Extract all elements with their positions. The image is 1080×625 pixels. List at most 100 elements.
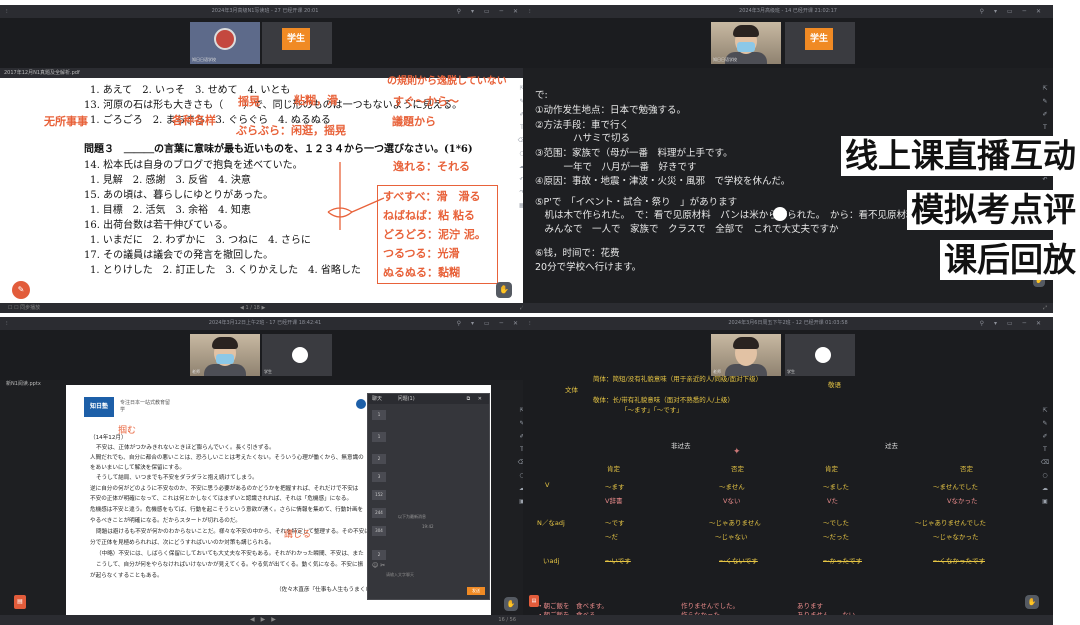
- window-controls[interactable]: ⚲ ▾ ▭ ─ ✕: [457, 5, 522, 18]
- window-titlebar: ⫶ 2024年3月高级班 - 14 已经开课 21:02:17 ⚲ ▾ ▭ ─ …: [523, 5, 1053, 18]
- tab-questions[interactable]: 问题(1): [398, 396, 415, 402]
- board-line: 一年で 八月が一番 好きです: [535, 162, 697, 173]
- chat-item[interactable]: 2: [372, 454, 386, 464]
- sync-checkbox[interactable]: ☐ ☐ 同步播放: [8, 303, 40, 313]
- eraser-icon[interactable]: ⌫: [1041, 459, 1049, 466]
- annotation: 粘糊，滑: [294, 94, 338, 107]
- student-video-tile[interactable]: 学生: [785, 334, 855, 376]
- hand-icon[interactable]: ✋: [1025, 595, 1039, 609]
- board-line: ②方法手段：車で行く: [535, 120, 630, 131]
- annotation: どろどろ：泥泞 泥。: [383, 228, 486, 241]
- board-line: ⑥钱，时间で：花费: [535, 248, 620, 259]
- student-video-tile[interactable]: 学生: [262, 334, 332, 376]
- pen-icon[interactable]: ✎: [1042, 420, 1047, 427]
- teacher-avatar: [711, 334, 781, 376]
- tab-chat[interactable]: 聊天: [372, 396, 382, 402]
- annotation: ねばねば：粘 粘る: [383, 209, 475, 222]
- board-line: 20分で学校へ行けます。: [535, 262, 642, 273]
- chat-item[interactable]: 244: [372, 508, 386, 518]
- window-title: 2024年3月高级N1写读班 - 27 已经开课 20:01: [211, 8, 319, 14]
- board-line: ④原因：事故・地震・津波・火災・風邪 で学校を休んだ。: [535, 176, 791, 187]
- table-cell: ～いです: [605, 557, 631, 565]
- highlighter-icon[interactable]: ✐: [1042, 433, 1047, 440]
- window-title: 2024年3月12日上午2班 - 17 已经开课 18:42:41: [208, 320, 322, 326]
- teacher-video-tile[interactable]: 知日日语学校: [711, 22, 781, 64]
- chat-item[interactable]: 152: [372, 490, 386, 500]
- past-header: 过去: [885, 442, 898, 450]
- bottom-bar: ◀▶▶ 16 / 56: [0, 615, 530, 625]
- fullscreen-icon[interactable]: ⤢: [1043, 303, 1047, 313]
- promo-label-live: 线上课直播互动: [841, 136, 1080, 176]
- table-cell: ～だった: [823, 533, 849, 541]
- chat-item[interactable]: 1: [372, 410, 386, 420]
- teacher-video-tile[interactable]: 老师: [190, 334, 260, 376]
- file-icon[interactable]: ▤: [14, 595, 26, 609]
- window-titlebar: ⫶ 2024年3月6日周五下午2班 - 12 已经开课 01:03:58 ⚲ ▾…: [523, 317, 1053, 330]
- annotation: 議題から: [392, 115, 436, 128]
- send-button[interactable]: 发送: [467, 587, 485, 595]
- student-video-tile[interactable]: 学生: [262, 22, 332, 64]
- close-icon[interactable]: ⧉ ✕: [467, 394, 485, 404]
- promo-label-mock: 模拟考点评: [907, 190, 1080, 230]
- chat-input[interactable]: 请输入文字聊天: [386, 572, 414, 578]
- teacher-caption: 知日日语学校: [192, 57, 216, 62]
- board-line: ⑤P'で 「イベント・試合・祭り 」があります: [535, 197, 738, 208]
- table-cell: ～ました: [823, 483, 849, 491]
- window-controls[interactable]: ⚲ ▾ ▭ ─ ✕: [980, 317, 1045, 330]
- teacher-caption: 老师: [192, 369, 200, 374]
- chat-item[interactable]: 2: [372, 550, 386, 560]
- body-line: そうして結局、いつまでも不安をダラダラと抱え続けてしまう。: [96, 475, 258, 481]
- student-video-tile[interactable]: 学生: [785, 22, 855, 64]
- camera-icon[interactable]: ▣: [1042, 498, 1048, 505]
- annotation: 无所事事: [44, 115, 88, 128]
- text-icon[interactable]: T: [1043, 446, 1047, 453]
- board-line: ハサミで切る: [535, 133, 631, 144]
- slide-nav[interactable]: ◀▶▶: [250, 615, 282, 625]
- cloud-icon[interactable]: ☁: [1042, 485, 1048, 492]
- record-icon[interactable]: ✎: [12, 281, 30, 299]
- right-toolbar: ⇱ ✎ ✐ T ⌫ ○ ☁ ▣: [1040, 407, 1050, 505]
- table-cell: Vた: [827, 497, 838, 505]
- annotation: つるつる：光滑: [383, 247, 460, 260]
- affirm-header: 肯定: [825, 465, 838, 473]
- annotation: 講じる: [284, 530, 312, 540]
- chat-item[interactable]: 3: [372, 472, 386, 482]
- teacher-caption: 知日日语学校: [713, 57, 737, 62]
- body-line: やるべきことが明確になる。だからスタートが切れるのだ。: [90, 518, 241, 524]
- board-line: みんなで 一人で 家族で クラスで 全部で これで大丈夫ですか: [535, 224, 839, 235]
- shape-icon[interactable]: ○: [1042, 472, 1047, 479]
- student-badge: 学生: [805, 28, 833, 50]
- table-cell: ～じゃない: [715, 533, 748, 541]
- neg-header: 否定: [731, 465, 744, 473]
- window-controls[interactable]: ⚲ ▾ ▭ ─ ✕: [980, 5, 1045, 18]
- page-indicator[interactable]: ◀ 1 / 18 ▶: [240, 303, 265, 313]
- annotation: ぶらぶら：闲逛，摇晃: [236, 124, 346, 137]
- table-cell: ～でした: [823, 519, 849, 527]
- emoji-icon[interactable]: ☺ ✂: [372, 562, 385, 569]
- chat-item[interactable]: 1: [372, 432, 386, 442]
- student-avatar: [292, 347, 308, 363]
- marker-icon: ✦: [733, 447, 741, 457]
- highlighter-icon[interactable]: ✐: [1042, 111, 1047, 118]
- teacher-video-tile[interactable]: 知日日语学校: [190, 22, 260, 64]
- table-cell: Vなかった: [947, 497, 978, 505]
- honorific-label: 敬语: [828, 381, 841, 389]
- file-name: 新N1阅读.pptx: [6, 381, 41, 387]
- pointer-icon[interactable]: ⇱: [1042, 407, 1047, 414]
- hand-icon[interactable]: ✋: [496, 282, 512, 298]
- table-cell: ～ます: [605, 483, 625, 491]
- annotation: 揺晃: [238, 95, 260, 108]
- page-indicator[interactable]: 16 / 56: [498, 615, 516, 625]
- chat-item[interactable]: 304: [372, 526, 386, 536]
- window-controls[interactable]: ⚲ ▾ ▭ ─ ✕: [457, 317, 522, 330]
- text-icon[interactable]: T: [1043, 124, 1047, 131]
- teacher-video-tile[interactable]: 老师: [711, 334, 781, 376]
- bottom-bar: ⤢: [523, 303, 1053, 313]
- pointer-icon[interactable]: ⇱: [1042, 85, 1047, 92]
- undo-icon[interactable]: ↶: [1042, 176, 1047, 183]
- file-icon[interactable]: ▤: [529, 595, 539, 607]
- hand-icon[interactable]: ✋: [504, 597, 518, 611]
- chat-panel: 聊天 问题(1) ⧉ ✕ 1 1 2 3 152 244 304 以下为最新消息…: [367, 393, 490, 600]
- pen-icon[interactable]: ✎: [1042, 98, 1047, 105]
- table-cell: ～くないです: [719, 557, 758, 565]
